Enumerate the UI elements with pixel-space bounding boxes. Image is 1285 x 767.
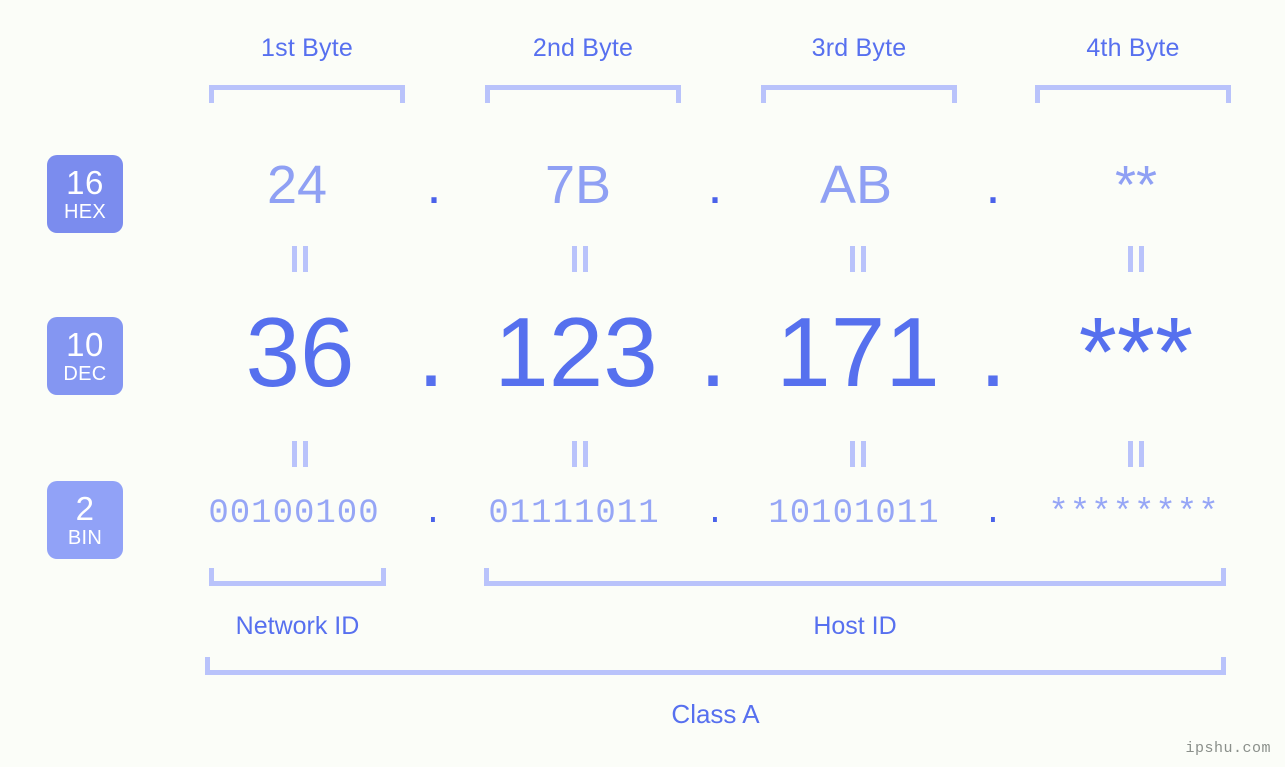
base-badge-dec-number: 10 — [66, 326, 104, 363]
byte-header-4: 4th Byte — [1086, 34, 1180, 62]
host-id-label: Host ID — [813, 612, 897, 640]
network-id-label: Network ID — [235, 612, 360, 640]
dec-separator-3: . — [979, 297, 1007, 407]
bin-separator-2: . — [704, 495, 726, 533]
equals-mark-dec-bin-2 — [570, 441, 590, 467]
base-badge-bin-number: 2 — [75, 490, 95, 527]
dec-byte-4: *** — [1078, 297, 1194, 407]
base-badge-dec: 10 DEC — [47, 317, 123, 395]
hex-byte-4: ** — [1114, 155, 1158, 215]
network-id-bracket — [209, 568, 386, 586]
byte-bracket-1 — [209, 85, 405, 103]
bin-byte-1: 00100100 — [208, 495, 380, 533]
base-badge-hex-label: HEX — [63, 201, 107, 223]
dec-byte-2: 123 — [494, 297, 658, 407]
base-badge-dec-label: DEC — [63, 363, 107, 385]
bin-byte-2: 01111011 — [488, 495, 660, 533]
equals-mark-dec-bin-4 — [1126, 441, 1146, 467]
bin-byte-3: 10101011 — [768, 495, 940, 533]
site-watermark: ipshu.com — [1185, 740, 1271, 757]
host-id-bracket — [484, 568, 1226, 586]
hex-byte-2: 7B — [544, 155, 612, 215]
class-bracket — [205, 657, 1226, 675]
equals-mark-dec-bin-1 — [290, 441, 310, 467]
byte-bracket-4 — [1035, 85, 1231, 103]
dec-separator-1: . — [417, 297, 445, 407]
byte-bracket-3 — [761, 85, 957, 103]
equals-mark-dec-bin-3 — [848, 441, 868, 467]
base-badge-hex-number: 16 — [66, 164, 104, 201]
base-badge-bin-label: BIN — [67, 527, 103, 549]
byte-header-1: 1st Byte — [261, 34, 353, 62]
base-badge-hex: 16 HEX — [47, 155, 123, 233]
byte-header-3: 3rd Byte — [811, 34, 907, 62]
dec-byte-3: 171 — [776, 297, 940, 407]
byte-header-2: 2nd Byte — [532, 34, 634, 62]
dec-separator-2: . — [699, 297, 727, 407]
equals-mark-hex-dec-4 — [1126, 246, 1146, 272]
hex-byte-1: 24 — [266, 155, 328, 215]
bin-separator-1: . — [422, 495, 444, 533]
hex-byte-3: AB — [819, 155, 893, 215]
ip-byte-diagram: 1st Byte 2nd Byte 3rd Byte 4th Byte 16 H… — [0, 0, 1285, 767]
bin-byte-4: ******** — [1048, 495, 1220, 533]
class-label: Class A — [671, 699, 760, 729]
equals-mark-hex-dec-1 — [290, 246, 310, 272]
base-badge-bin: 2 BIN — [47, 481, 123, 559]
hex-separator-1: . — [426, 155, 442, 215]
hex-separator-2: . — [707, 155, 723, 215]
bin-separator-3: . — [982, 495, 1004, 533]
byte-bracket-2 — [485, 85, 681, 103]
equals-mark-hex-dec-3 — [848, 246, 868, 272]
hex-separator-3: . — [985, 155, 1001, 215]
dec-byte-1: 36 — [245, 297, 355, 407]
equals-mark-hex-dec-2 — [570, 246, 590, 272]
